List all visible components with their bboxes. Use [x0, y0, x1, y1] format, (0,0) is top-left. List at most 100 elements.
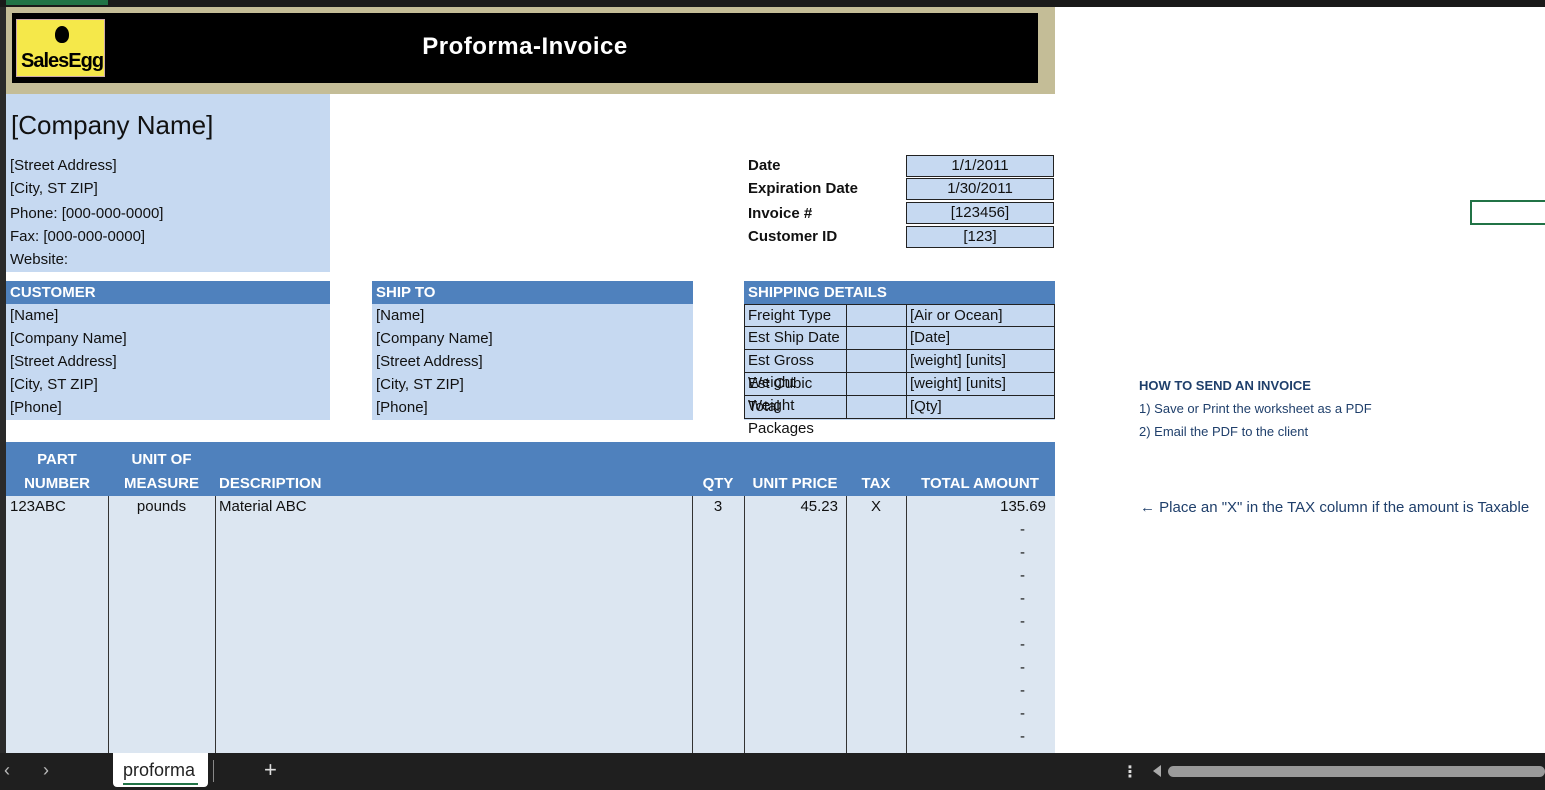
item-qty[interactable]: 3: [692, 498, 744, 515]
invoice-number-value[interactable]: [123456]: [906, 202, 1054, 224]
freight-type-label: Freight Type: [745, 305, 847, 327]
ship-to-name[interactable]: [Name]: [376, 307, 424, 324]
empty-total[interactable]: -: [1020, 613, 1025, 630]
shipping-row[interactable]: Total Packages [Qty]: [744, 396, 1055, 437]
item-description[interactable]: Material ABC: [219, 498, 307, 515]
ship-to-street[interactable]: [Street Address]: [376, 353, 483, 370]
scroll-tabs-right-icon[interactable]: ›: [43, 760, 49, 781]
est-gross-weight-value[interactable]: [weight] [units]: [907, 350, 1006, 372]
more-options-icon[interactable]: ⋮: [1122, 762, 1138, 782]
empty-total[interactable]: -: [1020, 521, 1025, 538]
empty-total[interactable]: -: [1020, 682, 1025, 699]
customer-phone[interactable]: [Phone]: [10, 399, 62, 416]
company-name[interactable]: [Company Name]: [11, 110, 213, 141]
unit-price-header: UNIT PRICE: [752, 475, 838, 492]
total-packages-label: Total Packages: [745, 396, 847, 437]
ship-to-company[interactable]: [Company Name]: [376, 330, 493, 347]
customer-street[interactable]: [Street Address]: [10, 353, 117, 370]
empty-total[interactable]: -: [1020, 659, 1025, 676]
est-ship-date-value[interactable]: [Date]: [907, 327, 950, 349]
item-unit-price[interactable]: 45.23: [744, 498, 838, 515]
item-unit[interactable]: pounds: [108, 498, 215, 515]
part-number-header-1: PART: [37, 451, 77, 468]
expiration-date-value[interactable]: 1/30/2011: [906, 178, 1054, 200]
empty-total[interactable]: -: [1020, 636, 1025, 653]
empty-total[interactable]: -: [1020, 590, 1025, 607]
est-ship-date-label: Est Ship Date: [745, 327, 847, 349]
how-to-step-1: 1) Save or Print the worksheet as a PDF: [1139, 401, 1372, 416]
date-value[interactable]: 1/1/2011: [906, 155, 1054, 177]
customer-company[interactable]: [Company Name]: [10, 330, 127, 347]
empty-total[interactable]: -: [1020, 705, 1025, 722]
how-to-step-2: 2) Email the PDF to the client: [1139, 424, 1309, 439]
shipping-details-table: Freight Type [Air or Ocean] Est Ship Dat…: [744, 304, 1055, 437]
column-divider: [215, 496, 216, 753]
scroll-tabs-left-icon[interactable]: ‹: [4, 760, 10, 781]
item-part-number[interactable]: 123ABC: [10, 498, 66, 515]
salesegg-logo: SalesEgg: [16, 19, 105, 77]
company-city[interactable]: [City, ST ZIP]: [10, 180, 98, 197]
sheet-tab-label: proforma: [123, 760, 196, 780]
est-cubic-weight-label: Est Cubic Weight: [745, 373, 847, 414]
items-table-body[interactable]: [6, 496, 1055, 753]
description-header: DESCRIPTION: [219, 475, 322, 492]
empty-total[interactable]: -: [1020, 567, 1025, 584]
empty-total[interactable]: -: [1020, 728, 1025, 745]
tab-divider: [213, 760, 214, 782]
total-packages-value[interactable]: [Qty]: [907, 396, 942, 418]
shipping-spacer-cell[interactable]: [847, 350, 907, 372]
company-phone[interactable]: Phone: [000-000-0000]: [10, 205, 163, 222]
company-street[interactable]: [Street Address]: [10, 157, 117, 174]
freight-type-value[interactable]: [Air or Ocean]: [907, 305, 1003, 327]
column-divider: [744, 496, 745, 753]
sheet-tab-proforma[interactable]: proforma: [113, 753, 208, 787]
selected-column-marker: [6, 0, 108, 5]
ship-to-phone[interactable]: [Phone]: [376, 399, 428, 416]
customer-city[interactable]: [City, ST ZIP]: [10, 376, 98, 393]
ship-to-header: SHIP TO: [372, 281, 693, 304]
company-fax[interactable]: Fax: [000-000-0000]: [10, 228, 145, 245]
shipping-row[interactable]: Est Gross Weight [weight] [units]: [744, 350, 1055, 391]
shipping-spacer-cell[interactable]: [847, 327, 907, 349]
egg-icon: [55, 26, 69, 43]
invoice-number-label: Invoice #: [748, 205, 813, 222]
how-to-send-title: HOW TO SEND AN INVOICE: [1139, 378, 1311, 393]
empty-total[interactable]: -: [1020, 544, 1025, 561]
date-label: Date: [748, 157, 781, 174]
est-gross-weight-label: Est Gross Weight: [745, 350, 847, 391]
unit-of-measure-header-1: UNIT OF: [131, 451, 192, 468]
shipping-row[interactable]: Freight Type [Air or Ocean]: [744, 304, 1055, 327]
shipping-spacer-cell[interactable]: [847, 305, 907, 327]
items-table-header: PART NUMBER UNIT OF MEASURE DESCRIPTION …: [6, 442, 1055, 496]
shipping-row[interactable]: Est Cubic Weight [weight] [units]: [744, 373, 1055, 414]
column-divider: [108, 496, 109, 753]
customer-id-label: Customer ID: [748, 228, 838, 245]
scroll-left-arrow-icon[interactable]: [1153, 765, 1161, 777]
part-number-header-2: NUMBER: [24, 475, 90, 492]
column-header-strip: [0, 0, 1545, 7]
item-tax[interactable]: X: [846, 498, 906, 515]
est-cubic-weight-value[interactable]: [weight] [units]: [907, 373, 1006, 395]
shipping-spacer-cell[interactable]: [847, 373, 907, 395]
add-sheet-icon[interactable]: +: [264, 757, 277, 783]
shipping-row[interactable]: Est Ship Date [Date]: [744, 327, 1055, 350]
column-divider: [906, 496, 907, 753]
logo-text: SalesEgg: [21, 50, 104, 72]
selected-cell[interactable]: [1470, 200, 1545, 225]
total-amount-header: TOTAL AMOUNT: [921, 475, 1039, 492]
tax-header: TAX: [861, 475, 891, 492]
shipping-spacer-cell[interactable]: [847, 396, 907, 418]
item-total-amount[interactable]: 135.69: [906, 498, 1046, 515]
horizontal-scrollbar[interactable]: [1168, 766, 1545, 777]
customer-name[interactable]: [Name]: [10, 307, 58, 324]
tax-column-note: ← Place an "X" in the TAX column if the …: [1140, 499, 1530, 516]
customer-id-value[interactable]: [123]: [906, 226, 1054, 248]
unit-of-measure-header-2: MEASURE: [123, 475, 199, 492]
column-divider: [846, 496, 847, 753]
ship-to-city[interactable]: [City, ST ZIP]: [376, 376, 464, 393]
page-title[interactable]: Proforma-Invoice: [330, 33, 720, 61]
shipping-details-header: SHIPPING DETAILS: [744, 281, 1055, 304]
company-website[interactable]: Website:: [10, 251, 68, 268]
expiration-date-label: Expiration Date: [748, 180, 859, 197]
column-divider: [692, 496, 693, 753]
